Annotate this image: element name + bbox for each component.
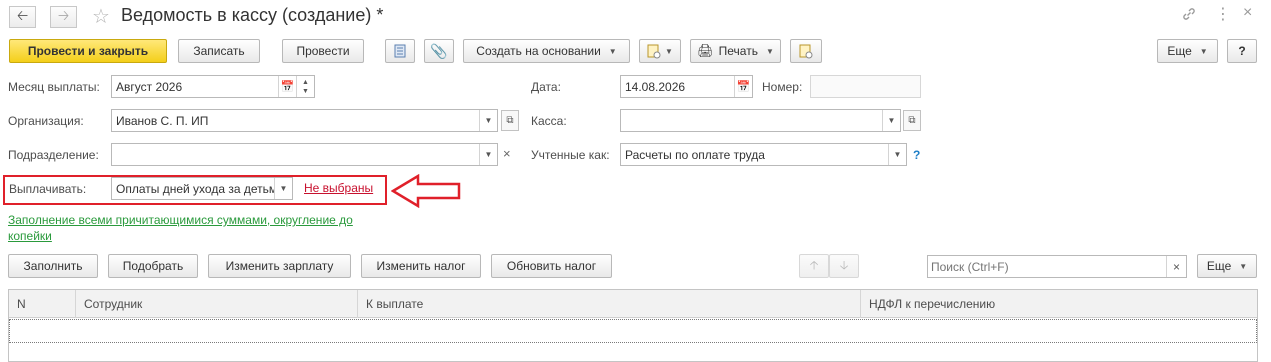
calendar-icon[interactable]: 📅: [734, 76, 752, 97]
post-button[interactable]: Провести: [282, 39, 364, 63]
chevron-down-icon: ▼: [1199, 46, 1208, 56]
cash-field[interactable]: ▼: [620, 109, 901, 132]
document-icon: [647, 44, 661, 58]
pay-label: Выплачивать:: [9, 182, 87, 196]
favorite-star-icon[interactable]: ☆: [92, 4, 110, 29]
report-button[interactable]: [790, 39, 822, 63]
open-cash-button[interactable]: ⧉: [903, 110, 921, 131]
accounted-as-label: Учтенные как:: [531, 148, 610, 162]
search-input[interactable]: ×: [927, 255, 1187, 278]
cash-label: Касса:: [531, 114, 567, 128]
pay-value: Оплаты дней ухода за детьми-инвалидами: [116, 181, 274, 196]
date-value: 14.08.2026: [625, 79, 686, 94]
open-organization-button[interactable]: ⧉: [501, 110, 519, 131]
report-icon: [799, 44, 813, 58]
more-label: Еще: [1167, 44, 1192, 58]
documents-menu-button[interactable]: ▼: [639, 39, 681, 63]
accounted-help-icon[interactable]: ?: [913, 148, 920, 162]
close-icon[interactable]: ×: [1243, 4, 1252, 22]
department-field[interactable]: ▼: [111, 143, 498, 166]
change-tax-button[interactable]: Изменить налог: [361, 254, 481, 278]
more-button[interactable]: Еще ▼: [1157, 39, 1218, 63]
red-arrow-annotation: [391, 174, 461, 208]
window-title: Ведомость в кассу (создание) *: [121, 5, 384, 25]
attach-button[interactable]: 📎: [424, 39, 454, 63]
column-header-ndfl[interactable]: НДФЛ к перечислению: [861, 290, 1257, 318]
chevron-down-icon[interactable]: ▼: [479, 144, 497, 165]
fill-button[interactable]: Заполнить: [8, 254, 98, 278]
chevron-down-icon[interactable]: ▼: [479, 110, 497, 131]
printer-icon: 🖨: [697, 43, 714, 58]
month-stepper[interactable]: ▲ ▼: [296, 76, 314, 97]
employees-table[interactable]: N Сотрудник К выплате НДФЛ к перечислени…: [8, 289, 1258, 362]
accounted-as-value: Расчеты по оплате труда: [625, 147, 765, 162]
column-header-to-pay[interactable]: К выплате: [358, 290, 861, 318]
organization-field[interactable]: Иванов С. П. ИП ▼: [111, 109, 498, 132]
table-more-label: Еще: [1206, 259, 1232, 273]
more-vertical-icon[interactable]: ⋮: [1215, 4, 1231, 24]
table-more-button[interactable]: Еще ▼: [1197, 254, 1257, 278]
arrow-left-icon: 🡠: [16, 7, 29, 23]
organization-label: Организация:: [8, 114, 84, 128]
column-header-employee[interactable]: Сотрудник: [76, 290, 358, 318]
date-label: Дата:: [531, 80, 561, 94]
arrow-up-icon: 🡡: [809, 257, 819, 272]
chevron-down-icon: ▼: [1239, 261, 1248, 271]
number-field[interactable]: [810, 75, 921, 98]
list-icon: [394, 44, 406, 58]
chevron-down-icon: ▼: [765, 46, 774, 56]
pick-button[interactable]: Подобрать: [108, 254, 198, 278]
chevron-down-icon: ▼: [665, 46, 673, 56]
calendar-icon[interactable]: 📅: [278, 76, 296, 97]
update-tax-button[interactable]: Обновить налог: [491, 254, 612, 278]
table-header: N Сотрудник К выплате НДФЛ к перечислени…: [9, 290, 1257, 318]
paperclip-icon: 📎: [430, 42, 448, 59]
pay-field[interactable]: Оплаты дней ухода за детьми-инвалидами ▼: [111, 177, 293, 200]
print-button[interactable]: 🖨 Печать ▼: [690, 39, 781, 63]
arrow-down-icon: 🡣: [839, 257, 849, 272]
journal-button[interactable]: [385, 39, 415, 63]
date-field[interactable]: 14.08.2026 📅: [620, 75, 753, 98]
save-button[interactable]: Записать: [178, 39, 260, 63]
organization-value: Иванов С. П. ИП: [116, 113, 209, 128]
month-field[interactable]: Август 2026 📅 ▲ ▼: [111, 75, 315, 98]
month-value: Август 2026: [116, 79, 183, 94]
not-selected-link[interactable]: Не выбраны: [304, 181, 373, 195]
forward-button[interactable]: 🡢: [50, 6, 77, 28]
create-based-on-label: Создать на основании: [476, 44, 601, 58]
print-label: Печать: [718, 44, 758, 58]
arrow-right-icon: 🡢: [57, 7, 70, 23]
number-label: Номер:: [762, 80, 803, 94]
change-salary-button[interactable]: Изменить зарплату: [208, 254, 351, 278]
clear-department-icon[interactable]: ×: [503, 146, 511, 161]
create-based-on-button[interactable]: Создать на основании ▼: [463, 39, 630, 63]
link-icon[interactable]: [1181, 6, 1197, 25]
back-button[interactable]: 🡠: [9, 6, 36, 28]
search-text[interactable]: [928, 256, 1166, 277]
table-row[interactable]: [9, 319, 1257, 343]
chevron-down-icon[interactable]: ▼: [888, 144, 906, 165]
clear-search-icon[interactable]: ×: [1166, 256, 1186, 277]
post-and-close-button[interactable]: Провести и закрыть: [9, 39, 167, 63]
month-label: Месяц выплаты:: [8, 80, 100, 94]
chevron-down-icon: ▼: [608, 46, 617, 56]
chevron-down-icon[interactable]: ▼: [274, 178, 292, 199]
move-down-button[interactable]: 🡣: [829, 254, 859, 278]
help-button[interactable]: ?: [1227, 39, 1257, 63]
chevron-down-icon[interactable]: ▼: [882, 110, 900, 131]
column-header-n[interactable]: N: [9, 290, 76, 318]
move-up-button[interactable]: 🡡: [799, 254, 829, 278]
accounted-as-field[interactable]: Расчеты по оплате труда ▼: [620, 143, 907, 166]
department-label: Подразделение:: [8, 148, 99, 162]
fill-settings-link[interactable]: Заполнение всеми причитающимися суммами,…: [8, 212, 398, 244]
